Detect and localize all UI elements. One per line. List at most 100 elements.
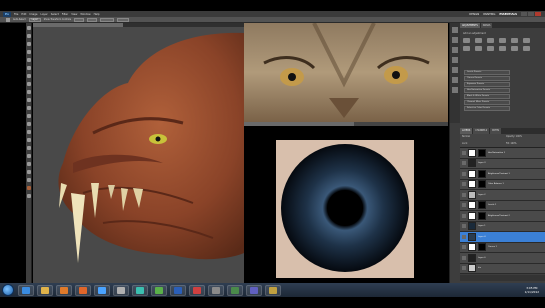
taskbar-app-button[interactable] — [246, 284, 262, 296]
taskbar-app-button[interactable] — [151, 284, 167, 296]
layer-row[interactable]: Brightness/Contrast 2 — [460, 211, 545, 222]
preset-hue-saturation[interactable]: Hue/Saturation Presets — [464, 88, 510, 93]
visibility-eye-icon[interactable] — [462, 255, 466, 260]
brush-presets-icon[interactable] — [452, 47, 458, 53]
taskbar-app-button[interactable] — [75, 284, 91, 296]
blend-mode-select[interactable]: Normal — [462, 135, 470, 138]
minimize-icon[interactable] — [521, 12, 527, 16]
fill-field[interactable]: Fill: 100% — [506, 142, 517, 145]
layer-mask-thumbnail[interactable] — [478, 243, 486, 252]
quick-select-tool-icon[interactable] — [27, 50, 31, 54]
tab-masks[interactable]: MASKS — [480, 23, 493, 28]
show-transform-controls[interactable]: Show Transform Controls — [44, 18, 71, 21]
taskbar-app-button[interactable] — [56, 284, 72, 296]
move-tool-icon[interactable] — [27, 26, 31, 30]
vibrance-icon[interactable] — [511, 38, 518, 43]
hand-tool-icon[interactable] — [27, 170, 31, 174]
eyedropper-tool-icon[interactable] — [27, 66, 31, 70]
layer-row[interactable]: Layer 2 — [460, 190, 545, 201]
menu-window[interactable]: Window — [80, 13, 90, 16]
hue-saturation-icon[interactable] — [523, 38, 530, 43]
menu-file[interactable]: File — [14, 13, 18, 16]
color-balance-icon[interactable] — [463, 46, 470, 51]
marquee-tool-icon[interactable] — [27, 34, 31, 38]
black-white-icon[interactable] — [475, 46, 482, 51]
document-dragon[interactable] — [33, 23, 244, 283]
taskbar-app-button[interactable] — [18, 284, 34, 296]
layer-mask-thumbnail[interactable] — [478, 201, 486, 210]
path-select-tool-icon[interactable] — [27, 146, 31, 150]
align-button[interactable] — [74, 17, 84, 22]
layer-row[interactable]: Curves 1 — [460, 242, 545, 253]
taskbar-app-button[interactable] — [265, 284, 281, 296]
clone-stamp-tool-icon[interactable] — [27, 90, 31, 94]
zoom-tool-icon[interactable] — [27, 178, 31, 182]
taskbar-app-button[interactable] — [170, 284, 186, 296]
visibility-eye-icon[interactable] — [462, 213, 466, 218]
visibility-eye-icon[interactable] — [462, 234, 466, 239]
layer-mask-thumbnail[interactable] — [478, 211, 486, 220]
levels-icon[interactable] — [475, 38, 482, 43]
tab-adjustments[interactable]: ADJUSTMENTS — [460, 23, 480, 28]
taskbar-app-button[interactable] — [94, 284, 110, 296]
visibility-eye-icon[interactable] — [462, 266, 466, 271]
layer-row[interactable]: Layer 0 — [460, 253, 545, 264]
preset-curves[interactable]: Curves Presets — [464, 76, 510, 81]
invert-icon[interactable] — [511, 46, 518, 51]
channel-mixer-icon[interactable] — [499, 46, 506, 51]
preset-channel-mixer[interactable]: Channel Mixer Presets — [464, 100, 510, 105]
distribute-button[interactable] — [87, 17, 97, 22]
close-icon[interactable] — [535, 12, 541, 16]
start-button[interactable] — [2, 284, 14, 296]
layer-row[interactable]: Layer 3 — [460, 158, 545, 169]
history-brush-tool-icon[interactable] — [27, 98, 31, 102]
crop-tool-icon[interactable] — [27, 58, 31, 62]
layer-dropdown[interactable]: Layer — [28, 17, 41, 22]
menu-layer[interactable]: Layer — [41, 13, 48, 16]
workspace-painting[interactable]: PAINTING — [483, 13, 495, 16]
auto-align-button[interactable] — [100, 17, 114, 22]
layer-mask-thumbnail[interactable] — [478, 180, 486, 189]
auto-select-label[interactable]: Auto-Select — [13, 18, 26, 21]
shape-tool-icon[interactable] — [27, 154, 31, 158]
brush-tool-icon[interactable] — [27, 82, 31, 86]
type-tool-icon[interactable] — [27, 138, 31, 142]
preset-selective-color[interactable]: Selective Color Presets — [464, 106, 510, 111]
pen-tool-icon[interactable] — [27, 130, 31, 134]
menu-edit[interactable]: Edit — [21, 13, 26, 16]
preset-exposure[interactable]: Exposure Presets — [464, 82, 510, 87]
menu-help[interactable]: Help — [94, 13, 100, 16]
layer-row[interactable]: Layer 1 — [460, 221, 545, 232]
visibility-eye-icon[interactable] — [462, 192, 466, 197]
visibility-eye-icon[interactable] — [462, 161, 466, 166]
layer-row[interactable]: Iris — [460, 263, 545, 274]
visibility-eye-icon[interactable] — [462, 245, 466, 250]
3d-mode-button[interactable] — [117, 17, 129, 22]
healing-brush-tool-icon[interactable] — [27, 74, 31, 78]
menu-image[interactable]: Image — [29, 13, 37, 16]
actions-icon[interactable] — [452, 37, 458, 43]
layer-row[interactable]: Layer 4 — [460, 232, 545, 243]
navigator-icon[interactable] — [452, 87, 458, 93]
layer-row[interactable]: Color Balance 1 — [460, 179, 545, 190]
layer-mask-thumbnail[interactable] — [478, 148, 486, 157]
3d-rotate-tool-icon[interactable] — [27, 162, 31, 166]
visibility-eye-icon[interactable] — [462, 203, 466, 208]
exposure-icon[interactable] — [499, 38, 506, 43]
brightness-contrast-icon[interactable] — [463, 38, 470, 43]
move-tool-icon[interactable] — [6, 17, 10, 22]
quick-mask-icon[interactable] — [27, 194, 31, 198]
taskbar-app-button[interactable] — [208, 284, 224, 296]
visibility-eye-icon[interactable] — [462, 224, 466, 229]
taskbar-app-button[interactable] — [113, 284, 129, 296]
layer-row[interactable]: Levels 1 — [460, 200, 545, 211]
photo-filter-icon[interactable] — [487, 46, 494, 51]
character-icon[interactable] — [452, 57, 458, 63]
visibility-eye-icon[interactable] — [462, 182, 466, 187]
layer-mask-thumbnail[interactable] — [478, 169, 486, 178]
layer-row[interactable]: Brightness/Contrast 1 — [460, 169, 545, 180]
curves-icon[interactable] — [487, 38, 494, 43]
info-icon[interactable] — [452, 77, 458, 83]
history-icon[interactable] — [452, 27, 458, 33]
visibility-eye-icon[interactable] — [462, 171, 466, 176]
